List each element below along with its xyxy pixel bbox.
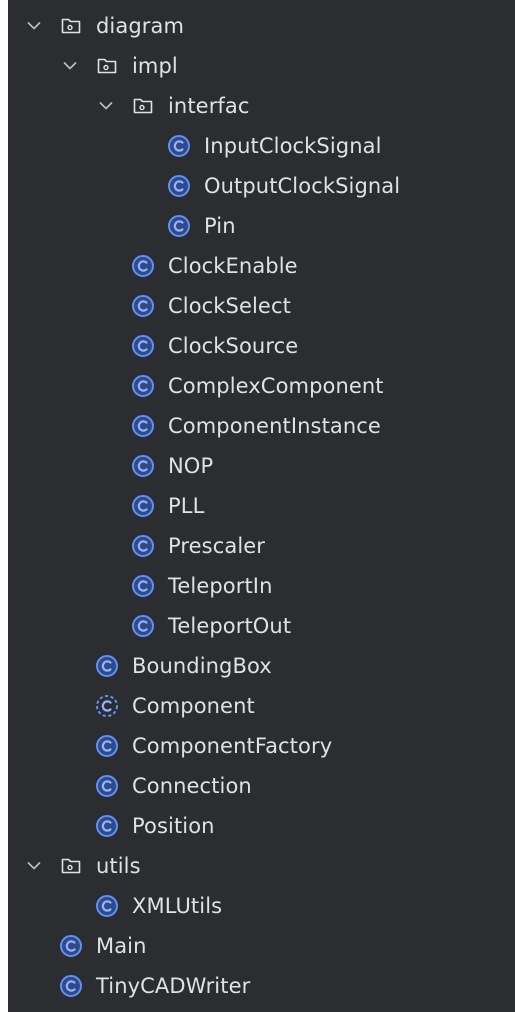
- tree-class-label: Connection: [132, 774, 252, 798]
- tree-class-label: BoundingBox: [132, 654, 272, 678]
- tree-class-label: XMLUtils: [132, 894, 223, 918]
- tree-class-item[interactable]: OutputClockSignal: [8, 166, 515, 206]
- tree-class-item[interactable]: Prescaler: [8, 526, 515, 566]
- tree-folder-utils[interactable]: utils: [8, 846, 515, 886]
- class-icon: [130, 293, 156, 319]
- abstract-class-icon: [94, 693, 120, 719]
- project-tree: diagram impl interfac InputClockSignal O…: [8, 6, 515, 1006]
- chevron-down-icon[interactable]: [60, 56, 80, 76]
- class-icon: [94, 733, 120, 759]
- class-icon: [94, 813, 120, 839]
- folder-icon: [58, 853, 84, 879]
- tree-folder-label: impl: [132, 54, 178, 78]
- tree-folder-interfac[interactable]: interfac: [8, 86, 515, 126]
- tree-class-label: NOP: [168, 454, 214, 478]
- class-icon: [58, 973, 84, 999]
- folder-icon: [58, 13, 84, 39]
- chevron-down-icon[interactable]: [96, 96, 116, 116]
- class-icon: [130, 613, 156, 639]
- class-icon: [166, 133, 192, 159]
- tree-class-label: ClockSource: [168, 334, 299, 358]
- tree-folder-label: interfac: [168, 94, 250, 118]
- tree-class-item[interactable]: PLL: [8, 486, 515, 526]
- tree-class-item[interactable]: ClockSource: [8, 326, 515, 366]
- tree-class-label: TeleportOut: [168, 614, 292, 638]
- tree-class-item[interactable]: TeleportIn: [8, 566, 515, 606]
- class-icon: [130, 333, 156, 359]
- tree-folder-label: diagram: [96, 14, 185, 38]
- tree-class-label: Main: [96, 934, 147, 958]
- tree-class-item[interactable]: ClockEnable: [8, 246, 515, 286]
- class-icon: [58, 933, 84, 959]
- tree-class-item[interactable]: ComplexComponent: [8, 366, 515, 406]
- tree-class-item[interactable]: TinyCADWriter: [8, 966, 515, 1006]
- folder-icon: [130, 93, 156, 119]
- tree-class-item[interactable]: XMLUtils: [8, 886, 515, 926]
- tree-class-label: ComplexComponent: [168, 374, 384, 398]
- tree-class-item[interactable]: NOP: [8, 446, 515, 486]
- tree-class-label: PLL: [168, 494, 205, 518]
- class-icon: [130, 253, 156, 279]
- class-icon: [94, 893, 120, 919]
- tree-class-item[interactable]: Connection: [8, 766, 515, 806]
- class-icon: [130, 573, 156, 599]
- tree-class-label: TeleportIn: [168, 574, 273, 598]
- tree-class-item[interactable]: Pin: [8, 206, 515, 246]
- class-icon: [130, 533, 156, 559]
- class-icon: [130, 453, 156, 479]
- tree-folder-impl[interactable]: impl: [8, 46, 515, 86]
- tree-class-item[interactable]: Position: [8, 806, 515, 846]
- class-icon: [94, 773, 120, 799]
- class-icon: [166, 213, 192, 239]
- tree-class-label: ComponentInstance: [168, 414, 381, 438]
- tree-class-label: OutputClockSignal: [204, 174, 401, 198]
- tree-class-item[interactable]: InputClockSignal: [8, 126, 515, 166]
- tree-class-item[interactable]: BoundingBox: [8, 646, 515, 686]
- tree-class-item[interactable]: TeleportOut: [8, 606, 515, 646]
- tree-class-label: ComponentFactory: [132, 734, 333, 758]
- tree-class-item[interactable]: Component: [8, 686, 515, 726]
- tree-folder-label: utils: [96, 854, 141, 878]
- class-icon: [130, 373, 156, 399]
- folder-icon: [94, 53, 120, 79]
- tree-class-label: ClockSelect: [168, 294, 291, 318]
- tree-class-item[interactable]: Main: [8, 926, 515, 966]
- class-icon: [94, 653, 120, 679]
- project-tree-panel: diagram impl interfac InputClockSignal O…: [8, 0, 515, 1012]
- tree-class-item[interactable]: ComponentInstance: [8, 406, 515, 446]
- chevron-down-icon[interactable]: [24, 16, 44, 36]
- tree-class-label: Component: [132, 694, 255, 718]
- tree-class-label: ClockEnable: [168, 254, 298, 278]
- chevron-down-icon[interactable]: [24, 856, 44, 876]
- tree-class-label: TinyCADWriter: [96, 974, 251, 998]
- tree-class-label: InputClockSignal: [204, 134, 382, 158]
- class-icon: [166, 173, 192, 199]
- tree-class-label: Prescaler: [168, 534, 266, 558]
- tree-class-label: Position: [132, 814, 215, 838]
- class-icon: [130, 413, 156, 439]
- class-icon: [130, 493, 156, 519]
- tree-class-label: Pin: [204, 214, 236, 238]
- tree-folder-diagram[interactable]: diagram: [8, 6, 515, 46]
- tree-class-item[interactable]: ClockSelect: [8, 286, 515, 326]
- tree-class-item[interactable]: ComponentFactory: [8, 726, 515, 766]
